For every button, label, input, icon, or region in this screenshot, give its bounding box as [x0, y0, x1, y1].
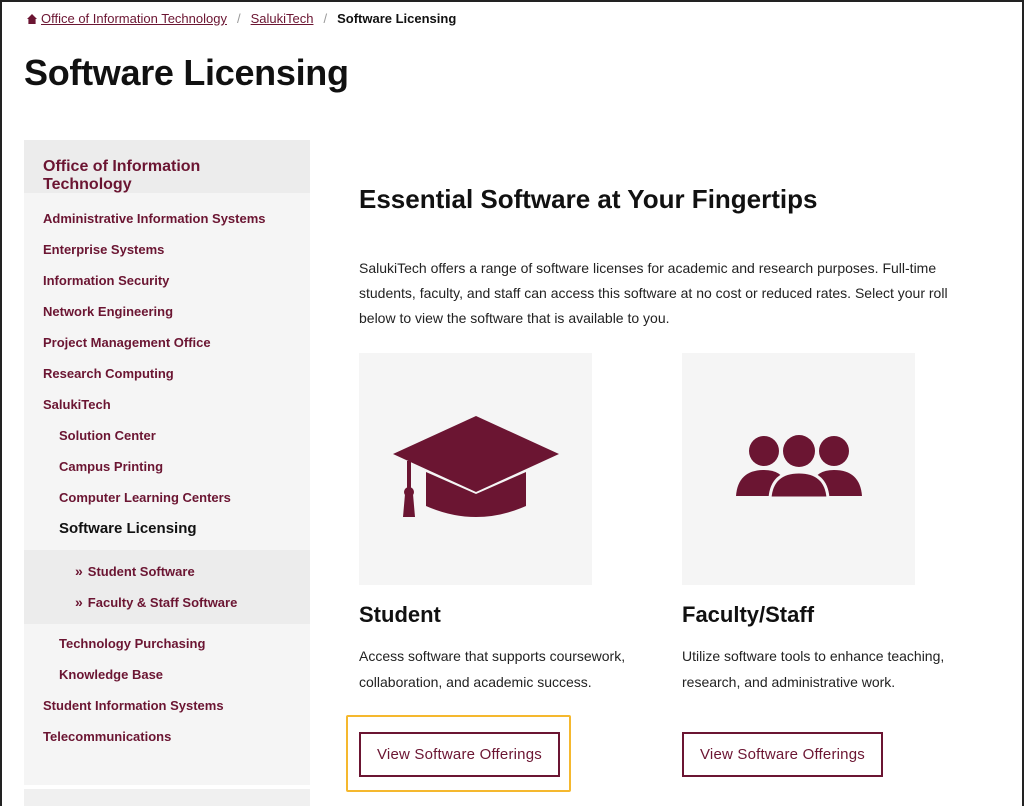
home-icon: [27, 14, 37, 24]
sidebar-item-computer-learning-centers[interactable]: Computer Learning Centers: [24, 482, 310, 513]
sidebar-item-project-management-office[interactable]: Project Management Office: [24, 327, 310, 358]
sidebar-subgroup-software-licensing: » Student Software » Faculty & Staff Softw…: [24, 550, 310, 624]
sidebar-item-salukitech[interactable]: SalukiTech: [24, 389, 310, 420]
page-title: Software Licensing: [24, 52, 349, 93]
double-chevron-right-icon: »: [75, 563, 83, 579]
breadcrumb-link-salukitech[interactable]: SalukiTech: [251, 11, 314, 26]
sidebar-item-solution-center[interactable]: Solution Center: [24, 420, 310, 451]
intro-paragraph: SalukiTech offers a range of software li…: [359, 260, 948, 326]
sidebar-item-administrative-information-systems[interactable]: Administrative Information Systems: [24, 203, 310, 234]
sidebar-item-faculty-staff-software[interactable]: » Faculty & Staff Software: [24, 587, 310, 618]
student-card-image: [359, 353, 592, 585]
graduation-cap-icon: [392, 416, 559, 517]
double-chevron-right-icon: »: [75, 594, 83, 610]
sidebar-item-student-software[interactable]: » Student Software: [24, 556, 310, 587]
breadcrumb-separator: /: [236, 11, 241, 26]
sidebar-header[interactable]: Office of Information Technology: [24, 140, 310, 193]
faculty-staff-card: Faculty/Staff Utilize software tools to …: [682, 353, 944, 777]
sidebar-item-student-information-systems[interactable]: Student Information Systems: [24, 690, 310, 721]
sidebar-item-label: Faculty & Staff Software: [87, 595, 238, 610]
breadcrumb-current: Software Licensing: [337, 11, 457, 26]
student-card-title: Student: [359, 602, 441, 627]
breadcrumb: Office of Information Technology / Saluk…: [27, 11, 456, 26]
faculty-staff-view-offerings-button[interactable]: View Software Offerings: [682, 732, 883, 777]
section-heading: Essential Software at Your Fingertips: [359, 184, 818, 214]
faculty-staff-card-image: [682, 353, 915, 585]
sidebar-next-panel: [24, 789, 310, 806]
faculty-staff-card-title: Faculty/Staff: [682, 602, 815, 627]
users-group-icon: [735, 435, 862, 500]
breadcrumb-link-oit[interactable]: Office of Information Technology: [41, 11, 227, 26]
breadcrumb-home[interactable]: Office of Information Technology: [27, 11, 227, 26]
sidebar-list: Administrative Information Systems Enter…: [24, 193, 310, 752]
sidebar-item-network-engineering[interactable]: Network Engineering: [24, 296, 310, 327]
sidebar-item-enterprise-systems[interactable]: Enterprise Systems: [24, 234, 310, 265]
sidebar-item-campus-printing[interactable]: Campus Printing: [24, 451, 310, 482]
sidebar-nav: Office of Information Technology Adminis…: [24, 140, 310, 785]
breadcrumb-separator: /: [323, 11, 328, 26]
sidebar-item-technology-purchasing[interactable]: Technology Purchasing: [24, 628, 310, 659]
student-card-description: Access software that supports coursework…: [359, 648, 626, 690]
student-view-offerings-button[interactable]: View Software Offerings: [359, 732, 560, 777]
sidebar-item-software-licensing[interactable]: Software Licensing: [24, 513, 310, 544]
faculty-staff-card-description: Utilize software tools to enhance teachi…: [682, 648, 945, 690]
sidebar-item-label: Student Software: [87, 564, 195, 579]
sidebar-item-telecommunications[interactable]: Telecommunications: [24, 721, 310, 752]
sidebar-item-research-computing[interactable]: Research Computing: [24, 358, 310, 389]
student-card: Student Access software that supports co…: [359, 353, 625, 777]
sidebar-item-information-security[interactable]: Information Security: [24, 265, 310, 296]
sidebar-item-knowledge-base[interactable]: Knowledge Base: [24, 659, 310, 690]
